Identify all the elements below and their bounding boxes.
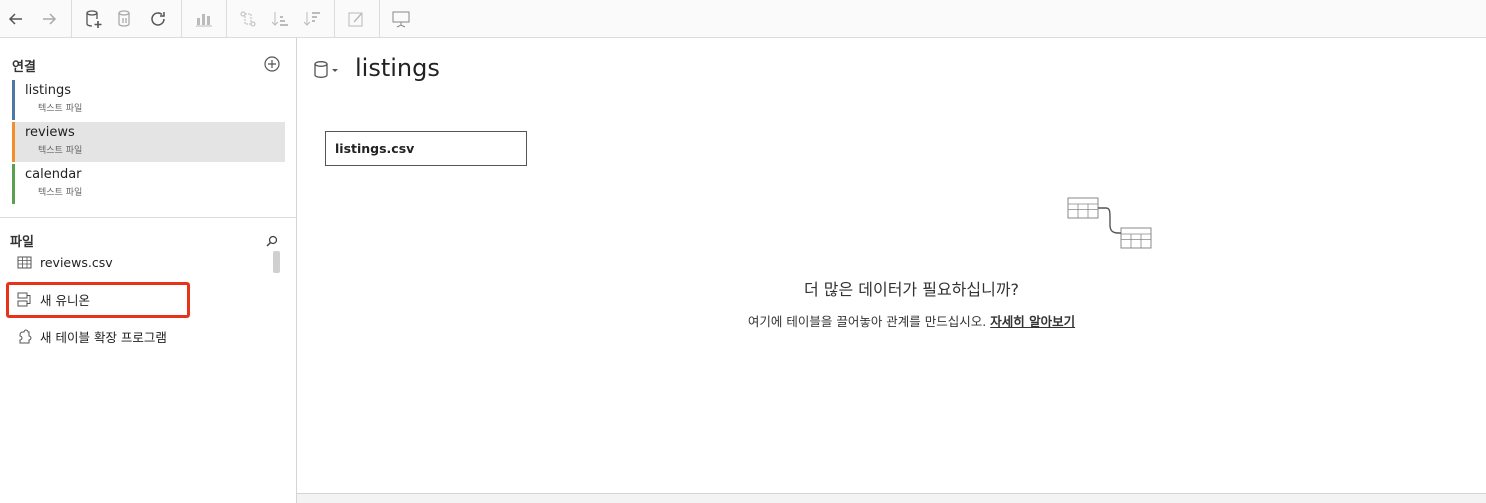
- connection-calendar[interactable]: calendar 텍스트 파일: [12, 164, 285, 204]
- relationship-icon: [1067, 196, 1153, 254]
- add-connection-icon[interactable]: [263, 55, 281, 73]
- data-source-canvas: listings listings.csv 더 많은 데이터가 필요하십니까? …: [297, 38, 1486, 503]
- toolbar: [0, 0, 1486, 38]
- highlight-annotation: [6, 282, 190, 318]
- new-datasource-icon[interactable]: [81, 7, 105, 31]
- presentation-icon[interactable]: [389, 7, 413, 31]
- show-me-icon[interactable]: [192, 7, 216, 31]
- sort-desc-icon[interactable]: [300, 7, 324, 31]
- search-icon[interactable]: [265, 233, 279, 247]
- logical-table-listings-csv[interactable]: listings.csv: [325, 131, 527, 166]
- swap-icon[interactable]: [236, 7, 260, 31]
- connection-type: 텍스트 파일: [38, 146, 83, 156]
- files-title: 파일: [10, 235, 34, 250]
- file-label: reviews.csv: [40, 254, 113, 270]
- data-pane: 연결 listings 텍스트 파일 reviews 텍스트 파일 calend…: [0, 38, 297, 503]
- back-icon[interactable]: [4, 7, 28, 31]
- sort-asc-icon[interactable]: [268, 7, 292, 31]
- connection-name: reviews: [25, 125, 75, 140]
- hint-title: 더 많은 데이터가 필요하십니까?: [803, 280, 1020, 299]
- connections-title: 연결: [12, 60, 36, 75]
- hint-text: 여기에 테이블을 끌어놓아 관계를 만드십시오.: [747, 314, 987, 329]
- datasource-title[interactable]: listings: [355, 54, 440, 82]
- file-label: 새 테이블 확장 프로그램: [40, 329, 167, 345]
- table-icon: [16, 254, 32, 270]
- connection-type: 텍스트 파일: [38, 188, 83, 198]
- refresh-icon[interactable]: [146, 7, 170, 31]
- connection-name: calendar: [25, 167, 82, 182]
- connection-type: 텍스트 파일: [38, 104, 83, 114]
- forward-icon[interactable]: [37, 7, 61, 31]
- extension-icon: [16, 328, 32, 344]
- new-table-extension-item[interactable]: 새 테이블 확장 프로그램: [16, 325, 167, 347]
- hint-body: 여기에 테이블을 끌어놓아 관계를 만드십시오. 자세히 알아보기: [297, 311, 1486, 330]
- scrollbar[interactable]: [273, 251, 280, 273]
- grid-area: [297, 494, 1486, 503]
- connection-listings[interactable]: listings 텍스트 파일: [12, 80, 285, 120]
- pane-divider: [0, 217, 296, 218]
- highlight-icon[interactable]: [344, 7, 368, 31]
- file-reviews-csv[interactable]: reviews.csv: [16, 251, 113, 273]
- connection-reviews[interactable]: reviews 텍스트 파일: [12, 122, 285, 162]
- pause-updates-icon[interactable]: [113, 7, 137, 31]
- learn-more-link[interactable]: 자세히 알아보기: [990, 314, 1075, 329]
- datasource-icon[interactable]: [313, 58, 341, 82]
- connection-name: listings: [25, 83, 71, 98]
